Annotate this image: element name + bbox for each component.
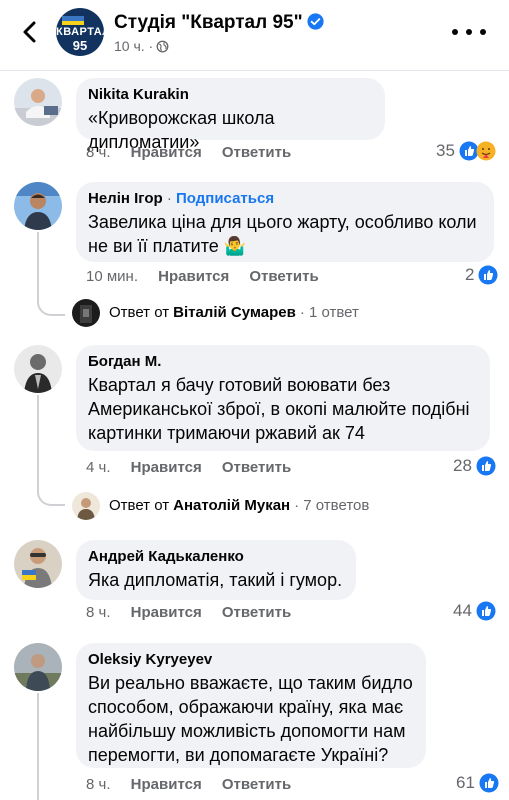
reaction-count[interactable]: 61 <box>456 773 475 793</box>
reply-button[interactable]: Ответить <box>249 268 318 285</box>
like-button[interactable]: Нравится <box>131 144 202 161</box>
care-reaction-icon <box>476 141 496 161</box>
reaction-summary[interactable]: 35 <box>436 141 496 161</box>
more-options-icon[interactable] <box>444 25 494 39</box>
verified-badge-icon <box>307 13 324 30</box>
avatar[interactable] <box>14 345 62 393</box>
page-name[interactable]: Студія "Квартал 95" <box>114 12 324 34</box>
thread-connector <box>37 292 65 316</box>
reply-avatar[interactable] <box>72 492 100 520</box>
reply-button[interactable]: Ответить <box>222 604 291 621</box>
like-button[interactable]: Нравится <box>131 776 202 793</box>
thread-line <box>37 232 39 294</box>
thread-line <box>37 395 39 485</box>
comment-text: Яка дипломатія, такий і гумор. <box>88 570 343 590</box>
comment-author[interactable]: Nikita Kurakin <box>88 86 373 103</box>
comment-bubble: Богдан М. Квартал я бачу готовий воювати… <box>76 345 490 451</box>
comment-time[interactable]: 8 ч. <box>86 776 111 793</box>
comment-actions: 4 ч. Нравится Ответить <box>86 459 291 476</box>
comment-time[interactable]: 4 ч. <box>86 459 111 476</box>
comment-author[interactable]: Андрей Кадькаленко <box>88 548 344 565</box>
comment-actions: 8 ч. Нравится Ответить <box>86 144 291 161</box>
comment-author[interactable]: Oleksiy Kyryeyev <box>88 651 414 668</box>
header-divider <box>0 70 509 71</box>
reaction-count[interactable]: 35 <box>436 141 455 161</box>
reply-count: · 1 ответ <box>299 304 359 321</box>
comment-text: Завелика ціна для цього жарту, особливо … <box>88 212 477 256</box>
post-header: КВАРТАЛ 95 Студія "Квартал 95" 10 ч. · <box>0 0 509 66</box>
comment-text: Ви реально вважаєте, що таким бидло спос… <box>88 673 413 765</box>
thread-line <box>37 693 39 800</box>
comment-actions: 8 ч. Нравится Ответить <box>86 776 291 793</box>
comment-text: Квартал я бачу готовий воювати без Амери… <box>88 375 470 443</box>
avatar[interactable] <box>14 182 62 230</box>
comment-bubble: Nikita Kurakin «Криворожская школа дипло… <box>76 78 385 152</box>
like-button[interactable]: Нравится <box>158 268 229 285</box>
like-button[interactable]: Нравится <box>131 459 202 476</box>
back-arrow-icon[interactable] <box>16 18 44 46</box>
reaction-summary[interactable]: 28 <box>453 456 496 476</box>
comment-author[interactable]: Богдан М. <box>88 353 478 370</box>
reply-avatar[interactable] <box>72 299 100 327</box>
follow-button[interactable]: Подписаться <box>176 190 274 207</box>
post-meta: 10 ч. · <box>114 38 169 54</box>
reply-button[interactable]: Ответить <box>222 459 291 476</box>
like-reaction-icon <box>476 601 496 621</box>
thread-connector <box>37 482 65 506</box>
comment-time[interactable]: 10 мин. <box>86 268 138 285</box>
view-replies-link[interactable]: Ответ от Віталій Сумарев · 1 ответ <box>109 304 359 321</box>
comment-bubble: Андрей Кадькаленко Яка дипломатія, такий… <box>76 540 356 600</box>
reply-count: · 7 ответов <box>294 497 370 514</box>
avatar[interactable] <box>14 540 62 588</box>
globe-icon <box>156 40 169 53</box>
avatar-logo-text: КВАРТАЛ <box>56 26 104 38</box>
comment-bubble: Нелін Ігор · Подписаться Завелика ціна д… <box>76 182 494 262</box>
reply-author[interactable]: Віталій Сумарев <box>173 304 296 321</box>
like-button[interactable]: Нравится <box>131 604 202 621</box>
view-replies-link[interactable]: Ответ от Анатолій Мукан · 7 ответов <box>109 497 369 514</box>
avatar-logo-number: 95 <box>72 38 88 53</box>
comment-actions: 10 мин. Нравится Ответить <box>86 268 319 285</box>
like-reaction-icon <box>476 456 496 476</box>
avatar[interactable] <box>14 643 62 691</box>
like-reaction-icon <box>479 773 499 793</box>
reply-author[interactable]: Анатолій Мукан <box>173 497 290 514</box>
page-avatar[interactable]: КВАРТАЛ 95 <box>56 8 104 56</box>
avatar[interactable] <box>14 78 62 126</box>
comment-time[interactable]: 8 ч. <box>86 604 111 621</box>
reaction-count[interactable]: 28 <box>453 456 472 476</box>
comment-time[interactable]: 8 ч. <box>86 144 111 161</box>
reply-button[interactable]: Ответить <box>222 776 291 793</box>
reaction-count[interactable]: 2 <box>465 265 474 285</box>
reaction-summary[interactable]: 44 <box>453 601 496 621</box>
like-reaction-icon <box>478 265 498 285</box>
reply-button[interactable]: Ответить <box>222 144 291 161</box>
comment-author: Нелін Ігор · Подписаться <box>88 190 275 207</box>
reaction-summary[interactable]: 61 <box>456 773 499 793</box>
comment-bubble: Oleksiy Kyryeyev Ви реально вважаєте, що… <box>76 643 426 768</box>
reaction-count[interactable]: 44 <box>453 601 472 621</box>
reaction-summary[interactable]: 2 <box>465 265 498 285</box>
comment-actions: 8 ч. Нравится Ответить <box>86 604 291 621</box>
